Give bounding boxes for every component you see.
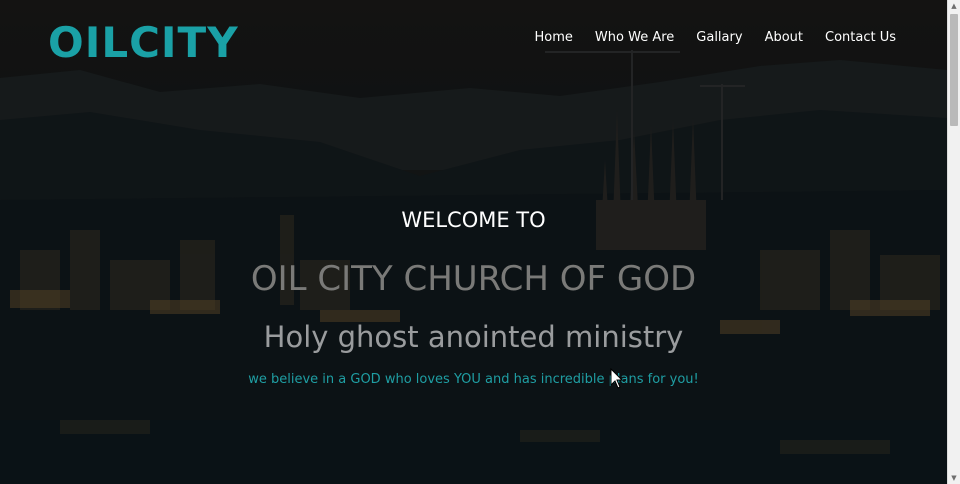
- hero-section: OILCITY Home Who We Are Gallary About Co…: [0, 0, 947, 484]
- arrow-down-icon[interactable]: ▼: [948, 472, 960, 484]
- hero-subtitle: Holy ghost anointed ministry: [263, 320, 684, 354]
- scrollbar-thumb[interactable]: [950, 14, 958, 126]
- nav-home[interactable]: Home: [535, 30, 573, 45]
- site-logo[interactable]: OILCITY: [48, 18, 239, 67]
- mouse-cursor-icon: [610, 368, 624, 389]
- nav-contact-us[interactable]: Contact Us: [825, 30, 896, 45]
- hero-tagline: we believe in a GOD who loves YOU and ha…: [248, 372, 699, 387]
- hero-title: OIL CITY CHURCH OF GOD: [250, 259, 697, 299]
- nav-about[interactable]: About: [765, 30, 803, 45]
- arrow-up-icon[interactable]: ▲: [948, 0, 960, 12]
- nav-gallary[interactable]: Gallary: [696, 30, 742, 45]
- hero-welcome: WELCOME TO: [401, 208, 546, 232]
- page-scrollbar[interactable]: ▲ ▼: [947, 0, 960, 484]
- hero-overlay: [0, 0, 947, 484]
- main-nav: Home Who We Are Gallary About Contact Us: [535, 30, 896, 45]
- nav-who-we-are[interactable]: Who We Are: [595, 30, 674, 45]
